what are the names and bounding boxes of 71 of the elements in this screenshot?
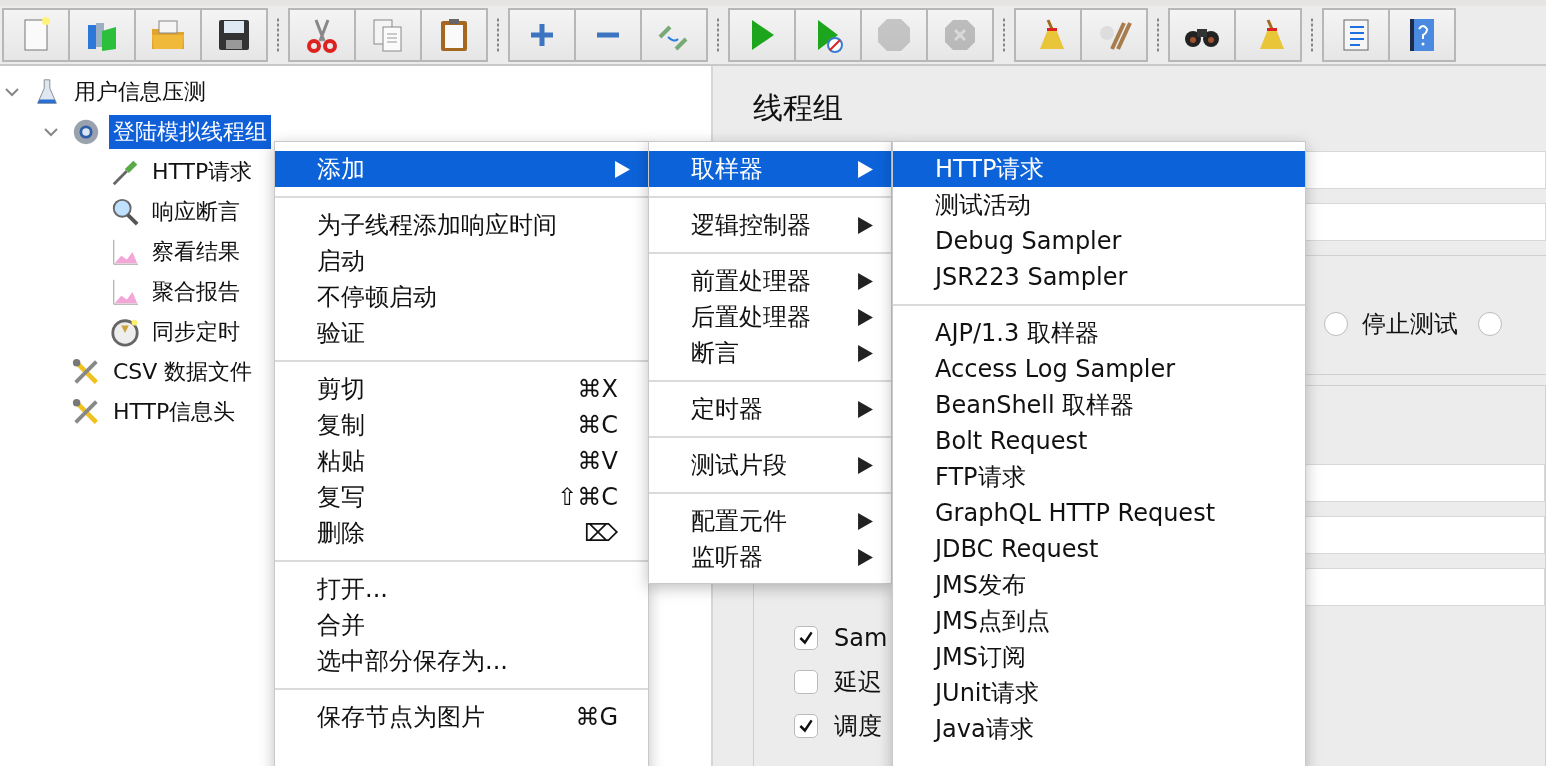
- tree-item[interactable]: 察看结果: [148, 235, 244, 269]
- clock-icon: [110, 317, 140, 347]
- menu-item[interactable]: JSR223 Sampler: [893, 259, 1305, 295]
- menu-item[interactable]: 取样器: [649, 151, 891, 187]
- menu-item[interactable]: 打开...: [275, 571, 648, 607]
- magnifier-icon: [110, 197, 140, 227]
- radio-button[interactable]: [1478, 312, 1502, 336]
- tree-item[interactable]: 响应断言: [148, 195, 244, 229]
- toolbar-button[interactable]: [1170, 10, 1234, 60]
- menu-item[interactable]: 不停顿启动: [275, 279, 648, 315]
- menu-item[interactable]: 粘贴 ⌘V: [275, 443, 648, 479]
- checkbox-label: 延迟: [834, 667, 882, 698]
- checkbox[interactable]: [794, 670, 818, 694]
- tree-item[interactable]: HTTP信息头: [109, 395, 240, 429]
- menu-item[interactable]: BeanShell 取样器: [893, 387, 1305, 423]
- menu-item[interactable]: HTTP请求: [893, 151, 1305, 187]
- tree-item[interactable]: 用户信息压测: [70, 75, 210, 109]
- menu-item[interactable]: Debug Sampler: [893, 223, 1305, 259]
- check-icon: [797, 717, 815, 735]
- checkbox-label: 调度: [834, 711, 882, 742]
- tree-item[interactable]: HTTP请求: [148, 155, 257, 189]
- menu-item[interactable]: 为子线程添加响应时间: [275, 207, 648, 243]
- menu-item[interactable]: 测试活动: [893, 187, 1305, 223]
- menu-item[interactable]: GraphQL HTTP Request: [893, 495, 1305, 531]
- menu-item[interactable]: 测试片段: [649, 447, 891, 483]
- menu-item[interactable]: 前置处理器: [649, 263, 891, 299]
- radio-label: 停止测试: [1362, 309, 1458, 340]
- menu-item[interactable]: 定时器: [649, 391, 891, 427]
- menu-item[interactable]: JMS发布: [893, 567, 1305, 603]
- gear-icon: [71, 117, 101, 147]
- menu-item[interactable]: AJP/1.3 取样器: [893, 315, 1305, 351]
- toolbar-button[interactable]: [1390, 10, 1454, 60]
- menu-item[interactable]: 复制 ⌘C: [275, 407, 648, 443]
- menu-item[interactable]: JMS订阅: [893, 639, 1305, 675]
- checkbox[interactable]: [794, 626, 818, 650]
- menu-item[interactable]: 启动: [275, 243, 648, 279]
- menu-item[interactable]: 后置处理器: [649, 299, 891, 335]
- radio-button[interactable]: [1324, 312, 1348, 336]
- tools-icon: [71, 397, 101, 427]
- menu-item[interactable]: FTP请求: [893, 459, 1305, 495]
- menu-item[interactable]: Java请求: [893, 711, 1305, 747]
- tree-item[interactable]: 同步定时: [148, 315, 244, 349]
- menu-item[interactable]: 断言: [649, 335, 891, 371]
- menu-item[interactable]: 合并: [275, 607, 648, 643]
- menu-item[interactable]: 监听器: [649, 539, 891, 575]
- checkbox[interactable]: [794, 714, 818, 738]
- menu-item[interactable]: 剪切 ⌘X: [275, 371, 648, 407]
- panel-title: 线程组: [753, 89, 844, 127]
- tree-item[interactable]: CSV 数据文件: [109, 355, 257, 389]
- menu-item[interactable]: 复写 ⇧⌘C: [275, 479, 648, 515]
- toolbar-button[interactable]: [202, 10, 266, 60]
- menu-item[interactable]: 删除 ⌦: [275, 515, 648, 551]
- chart-icon: [110, 277, 140, 307]
- menu-item[interactable]: JDBC Request: [893, 531, 1305, 567]
- menu-item[interactable]: Bolt Request: [893, 423, 1305, 459]
- menu-item[interactable]: 添加: [275, 151, 648, 187]
- checkbox-label: Sam: [834, 624, 888, 652]
- check-icon: [797, 629, 815, 647]
- menu-item[interactable]: 逻辑控制器: [649, 207, 891, 243]
- chart-icon: [110, 237, 140, 267]
- tree-item[interactable]: 聚合报告: [148, 275, 244, 309]
- menu-item[interactable]: 保存节点为图片 ⌘G: [275, 699, 648, 735]
- menu-item[interactable]: JMS点到点: [893, 603, 1305, 639]
- tools-icon: [71, 357, 101, 387]
- tree-item[interactable]: 登陆模拟线程组: [109, 115, 271, 149]
- menu-item[interactable]: 验证: [275, 315, 648, 351]
- menu-item[interactable]: Access Log Sampler: [893, 351, 1305, 387]
- menu-item[interactable]: JUnit请求: [893, 675, 1305, 711]
- menu-item[interactable]: 配置元件: [649, 503, 891, 539]
- menu-item[interactable]: 选中部分保存为...: [275, 643, 648, 679]
- minus-icon: [594, 31, 622, 39]
